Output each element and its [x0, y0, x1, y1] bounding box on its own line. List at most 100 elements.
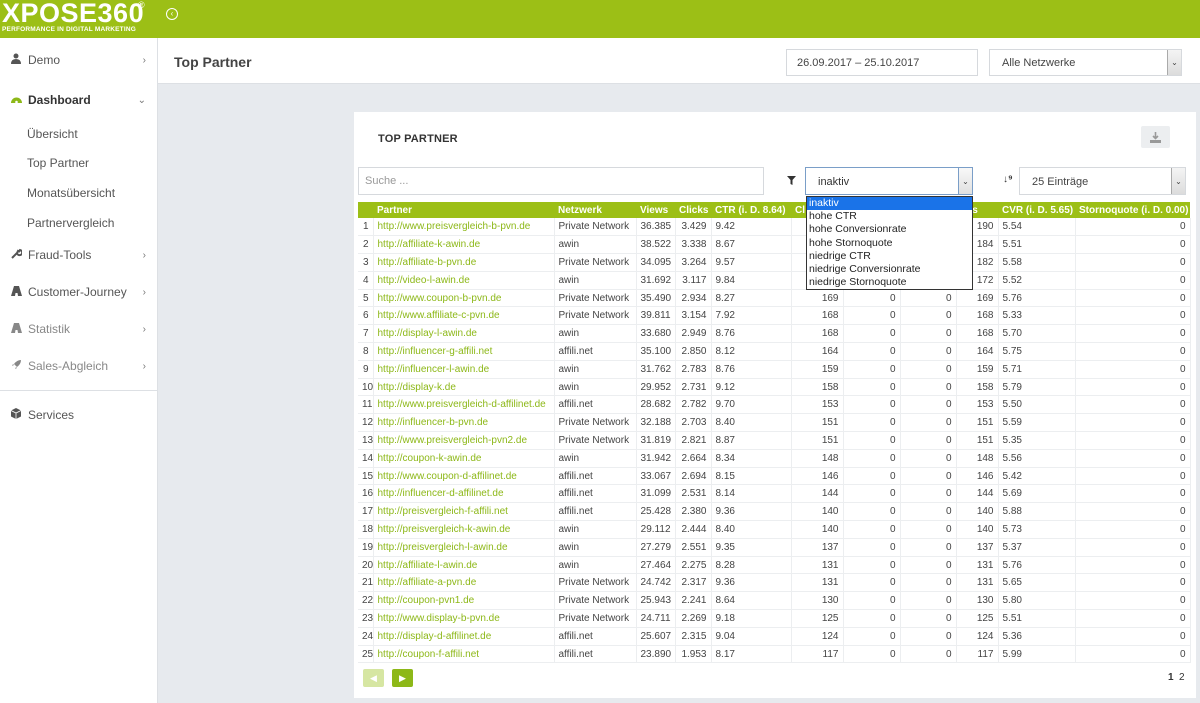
pagination-page-1[interactable]: 1: [1168, 672, 1174, 683]
pagination-next-button[interactable]: ▶: [392, 669, 413, 687]
table-row[interactable]: 18 http://preisvergleich-k-awin.de awin 29.…: [358, 520, 1191, 539]
partner-link[interactable]: http://www.coupon-d-affilinet.de: [373, 467, 555, 486]
table-row[interactable]: 6 http://www.affiliate-c-pvn.de Private Ne…: [358, 306, 1191, 326]
collapse-sidebar-icon[interactable]: ‹: [166, 8, 178, 20]
date-range-picker[interactable]: 26.09.2017 – 25.10.2017: [786, 49, 978, 76]
table-row[interactable]: 22 http://coupon-pvn1.de Private Network 25…: [358, 591, 1191, 611]
table-row[interactable]: 5 http://www.coupon-b-pvn.de Private Netwo…: [358, 289, 1191, 308]
column-header[interactable]: Partner: [373, 202, 554, 218]
table-row[interactable]: 24 http://display-d-affilinet.de affili.ne…: [358, 627, 1191, 646]
partner-link[interactable]: http://www.display-b-pvn.de: [373, 609, 555, 628]
partner-link[interactable]: http://affiliate-b-pvn.de: [373, 253, 555, 272]
filter-option[interactable]: hohe Stornoquote: [807, 237, 972, 250]
table-row[interactable]: 8 http://influencer-g-affili.net affili.ne…: [358, 342, 1191, 361]
filter-option[interactable]: hohe Conversionrate: [807, 223, 972, 236]
partner-link[interactable]: http://www.preisvergleich-b-pvn.de: [373, 218, 555, 237]
partner-link[interactable]: http://www.preisvergleich-pvn2.de: [373, 431, 555, 450]
partner-link[interactable]: http://coupon-pvn1.de: [373, 591, 555, 611]
table-row[interactable]: 10 http://display-k.de awin 29.952 2.731 9.12…: [358, 378, 1191, 397]
partner-link[interactable]: http://display-l-awin.de: [373, 324, 555, 344]
column-header[interactable]: Views: [636, 202, 675, 218]
sidebar-item-services[interactable]: Services: [0, 403, 158, 427]
table-cell: 0: [1075, 520, 1191, 539]
filter-select[interactable]: inaktiv ⌄: [805, 167, 973, 195]
partner-link[interactable]: http://display-k.de: [373, 378, 555, 397]
sidebar-item-fraud-tools[interactable]: Fraud-Tools ›: [0, 243, 158, 267]
filter-option[interactable]: hohe CTR: [807, 210, 972, 223]
partner-link[interactable]: http://www.affiliate-c-pvn.de: [373, 306, 555, 326]
sidebar-subitem-uebersicht[interactable]: Übersicht: [27, 127, 78, 141]
partner-link[interactable]: http://influencer-g-affili.net: [373, 342, 555, 361]
table-row[interactable]: 17 http://preisvergleich-f-affili.net affi…: [358, 502, 1191, 522]
table-row[interactable]: 19 http://preisvergleich-l-awin.de awin 27.…: [358, 538, 1191, 557]
sidebar-subitem-partnervergleich[interactable]: Partnervergleich: [27, 216, 114, 230]
table-row[interactable]: 1 http://www.preisvergleich-b-pvn.de Priva…: [358, 218, 1191, 237]
table-row[interactable]: 25 http://coupon-f-affili.net affili.net 23…: [358, 645, 1191, 664]
row-index: 20: [358, 556, 374, 575]
partner-link[interactable]: http://affiliate-a-pvn.de: [373, 573, 555, 593]
sidebar-item-dashboard[interactable]: Dashboard ⌄: [0, 88, 158, 112]
search-input[interactable]: [358, 167, 764, 195]
table-row[interactable]: 14 http://coupon-k-awin.de awin 31.942 2.664…: [358, 449, 1191, 468]
table-row[interactable]: 21 http://affiliate-a-pvn.de Private Netwo…: [358, 573, 1191, 593]
table-cell: 0: [843, 556, 901, 575]
sidebar-item-customer-journey[interactable]: Customer-Journey ›: [0, 280, 158, 304]
chevron-down-icon[interactable]: ⌄: [1171, 168, 1185, 194]
partner-link[interactable]: http://www.coupon-b-pvn.de: [373, 289, 555, 308]
sidebar-subitem-top-partner[interactable]: Top Partner: [27, 156, 89, 170]
partner-link[interactable]: http://coupon-f-affili.net: [373, 645, 555, 664]
entries-per-page-select[interactable]: 25 Einträge ⌄: [1019, 167, 1186, 195]
table-row[interactable]: 2 http://affiliate-k-awin.de awin 38.522 3.3…: [358, 235, 1191, 255]
partner-link[interactable]: http://influencer-l-awin.de: [373, 360, 555, 379]
table-row[interactable]: 20 http://affiliate-l-awin.de awin 27.464 2.…: [358, 556, 1191, 575]
table-cell: 25.428: [636, 502, 676, 522]
table-row[interactable]: 15 http://www.coupon-d-affilinet.de affili…: [358, 467, 1191, 486]
table-cell: 169: [956, 289, 999, 308]
table-row[interactable]: 11 http://www.preisvergleich-d-affilinet.…: [358, 395, 1191, 415]
partner-link[interactable]: http://affiliate-k-awin.de: [373, 235, 555, 255]
pagination-page-2[interactable]: 2: [1179, 672, 1185, 683]
filter-option[interactable]: niedrige CTR: [807, 250, 972, 263]
partner-link[interactable]: http://affiliate-l-awin.de: [373, 556, 555, 575]
column-header[interactable]: CVR (i. D. 5.65): [998, 202, 1075, 218]
column-header[interactable]: [358, 202, 373, 218]
sidebar-subitem-monatsuebersicht[interactable]: Monatsübersicht: [27, 186, 115, 200]
column-header[interactable]: CTR (i. D. 8.64): [711, 202, 791, 218]
table-row[interactable]: 13 http://www.preisvergleich-pvn2.de Priva…: [358, 431, 1191, 450]
partner-link[interactable]: http://influencer-b-pvn.de: [373, 413, 555, 433]
table-row[interactable]: 7 http://display-l-awin.de awin 33.680 2.949…: [358, 324, 1191, 344]
partner-link[interactable]: http://preisvergleich-f-affili.net: [373, 502, 555, 522]
table-row[interactable]: 23 http://www.display-b-pvn.de Private Net…: [358, 609, 1191, 628]
chevron-down-icon[interactable]: ⌄: [1167, 50, 1181, 75]
table-cell: 2.315: [675, 627, 712, 646]
filter-option[interactable]: inaktiv: [807, 197, 972, 211]
sidebar-item-sales-abgleich[interactable]: Sales-Abgleich ›: [0, 354, 158, 378]
column-header[interactable]: Stornoquote (i. D. 0.00): [1075, 202, 1190, 218]
sidebar-item-demo[interactable]: Demo ›: [0, 48, 158, 72]
chevron-down-icon[interactable]: ⌄: [958, 168, 972, 194]
logo[interactable]: XPOSE360 ® PERFORMANCE IN DIGITAL MARKET…: [2, 0, 145, 33]
table-row[interactable]: 4 http://video-l-awin.de awin 31.692 3.117 9.…: [358, 271, 1191, 290]
column-header[interactable]: Netzwerk: [554, 202, 636, 218]
filter-option[interactable]: niedrige Stornoquote: [807, 276, 972, 289]
table-cell: 35.490: [636, 289, 676, 308]
partner-link[interactable]: http://coupon-k-awin.de: [373, 449, 555, 468]
partner-link[interactable]: http://preisvergleich-l-awin.de: [373, 538, 555, 557]
table-row[interactable]: 9 http://influencer-l-awin.de awin 31.762 2.…: [358, 360, 1191, 379]
partner-link[interactable]: http://influencer-d-affilinet.de: [373, 484, 555, 504]
partner-link[interactable]: http://www.preisvergleich-d-affilinet.de: [373, 395, 555, 415]
partner-link[interactable]: http://preisvergleich-k-awin.de: [373, 520, 555, 539]
table-row[interactable]: 3 http://affiliate-b-pvn.de Private Networ…: [358, 253, 1191, 272]
partner-link[interactable]: http://display-d-affilinet.de: [373, 627, 555, 646]
sidebar-item-statistik[interactable]: Statistik ›: [0, 317, 158, 341]
partner-link[interactable]: http://video-l-awin.de: [373, 271, 555, 290]
table-row[interactable]: 12 http://influencer-b-pvn.de Private Netw…: [358, 413, 1191, 433]
table-row[interactable]: 16 http://influencer-d-affilinet.de affili…: [358, 484, 1191, 504]
table-cell: 0: [1075, 591, 1191, 611]
filter-option[interactable]: niedrige Conversionrate: [807, 263, 972, 276]
row-index: 9: [358, 360, 374, 379]
network-select[interactable]: Alle Netzwerke ⌄: [989, 49, 1182, 76]
column-header[interactable]: Clicks: [675, 202, 711, 218]
pagination-prev-button[interactable]: ◀: [363, 669, 384, 687]
download-button[interactable]: [1141, 126, 1170, 148]
